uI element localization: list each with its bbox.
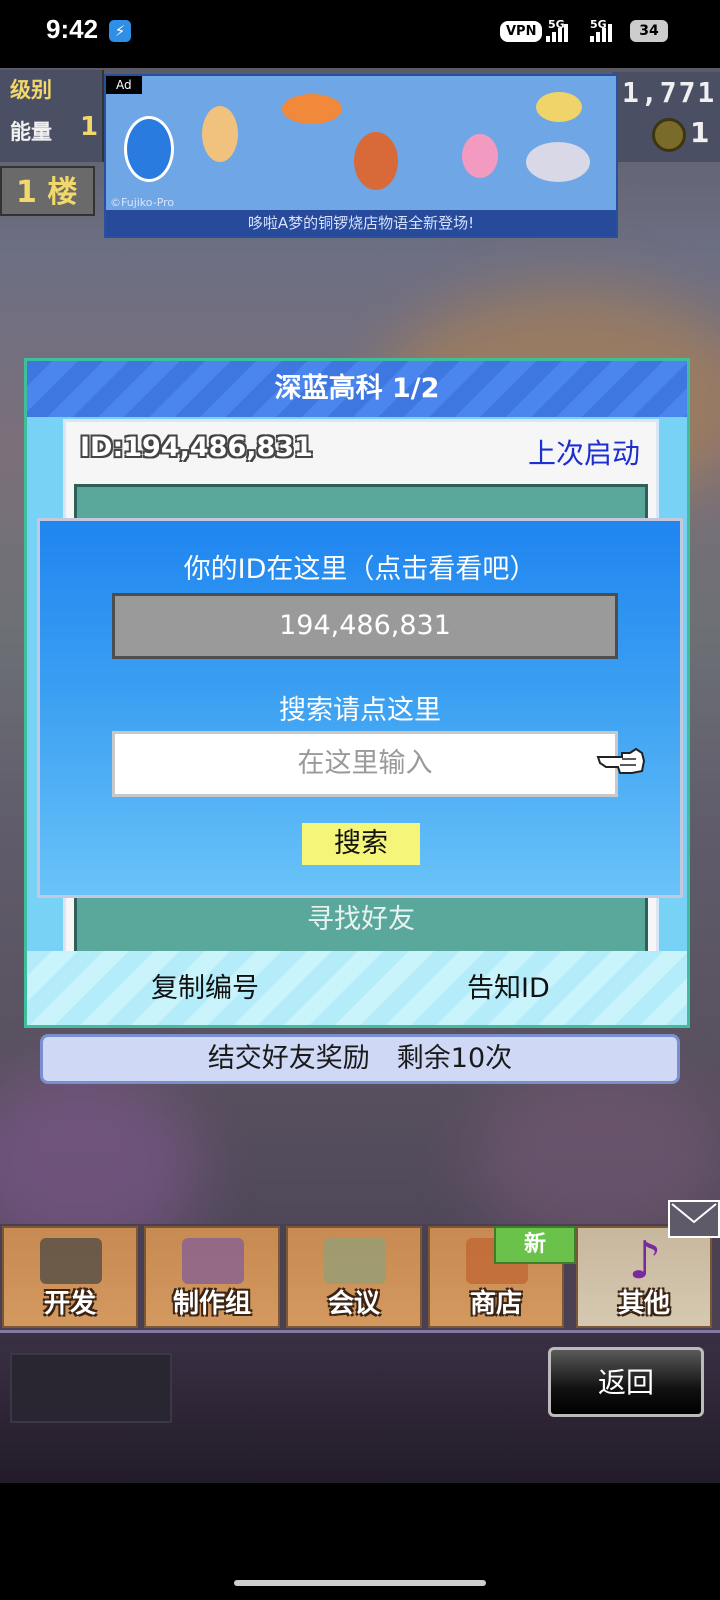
search-input[interactable]: 在这里输入 xyxy=(112,731,618,797)
energy-value: 1 xyxy=(80,112,99,142)
id-search-popup: 你的ID在这里（点击看看吧） 194,486,831 搜索请点这里 在这里输入 … xyxy=(37,518,683,898)
money-value: 1,771 xyxy=(622,76,717,109)
bolt-icon: ⚡ xyxy=(109,20,131,42)
tab-develop-label: 开发 xyxy=(43,1289,96,1319)
signal-icon-2 xyxy=(590,22,612,42)
character-sprite xyxy=(124,116,174,182)
my-id-field[interactable]: 194,486,831 xyxy=(112,593,618,659)
dialog-footer: 复制编号 告知ID xyxy=(27,951,687,1025)
player-id-label: ID:194,486,831 xyxy=(80,432,313,463)
character-sprite xyxy=(462,134,498,178)
tab-other[interactable]: ♪ 其他 xyxy=(576,1226,712,1328)
character-sprite xyxy=(354,132,398,190)
character-sprite xyxy=(536,92,582,122)
last-launch-label: 上次启动 xyxy=(528,437,641,470)
ad-caption: 哆啦A梦的铜锣烧店物语全新登场! xyxy=(106,210,616,236)
tab-other-label: 其他 xyxy=(617,1289,670,1319)
tab-meeting-label: 会议 xyxy=(327,1289,380,1319)
bottom-menu: 开发 制作组 会议 商店 ♪ 其他 xyxy=(0,1224,720,1330)
energy-label: 能量 xyxy=(10,120,52,144)
back-button[interactable]: 返回 xyxy=(548,1347,704,1417)
tab-team-label: 制作组 xyxy=(172,1289,251,1319)
mail-icon[interactable] xyxy=(668,1200,720,1238)
popup-title: 你的ID在这里（点击看看吧） xyxy=(183,554,537,585)
empty-slot xyxy=(10,1353,172,1423)
floor-indicator[interactable]: 1 楼 xyxy=(0,166,95,216)
music-note-icon: ♪ xyxy=(628,1231,662,1291)
new-badge: 新 xyxy=(494,1226,576,1264)
bottom-bar: 返回 xyxy=(0,1330,720,1483)
pointing-hand-icon xyxy=(596,747,646,774)
tab-develop[interactable]: 开发 xyxy=(2,1226,138,1328)
home-indicator[interactable] xyxy=(234,1580,486,1586)
tab-shop-label: 商店 xyxy=(469,1289,522,1319)
tab-team[interactable]: 制作组 xyxy=(144,1226,280,1328)
friend-reward-banner: 结交好友奖励 剩余10次 xyxy=(40,1034,680,1084)
ad-copyright: ©Fujiko-Pro xyxy=(110,196,175,209)
chat-bubble-icon xyxy=(324,1238,386,1284)
copy-id-button[interactable]: 复制编号 xyxy=(151,966,259,1005)
clock: 9:42 xyxy=(46,14,99,44)
dialog-title: 深蓝高科 1/2 xyxy=(27,361,687,417)
search-hint: 搜索请点这里 xyxy=(279,695,441,726)
notify-id-button[interactable]: 告知ID xyxy=(467,966,550,1005)
signal-icon xyxy=(546,22,568,42)
search-button[interactable]: 搜索 xyxy=(302,823,420,865)
ad-tag: Ad xyxy=(106,76,142,94)
ad-banner[interactable]: Ad ©Fujiko-Pro 哆啦A梦的铜锣烧店物语全新登场! xyxy=(104,74,618,238)
status-bar: 9:42 ⚡ VPN 5G 5G 34 xyxy=(0,0,720,68)
character-sprite xyxy=(526,142,590,182)
character-sprite xyxy=(202,106,238,162)
monitor-icon xyxy=(40,1238,102,1284)
team-icon xyxy=(182,1238,244,1284)
level-label: 级别 xyxy=(10,78,52,102)
hud-left-panel: 级别 能量 1 xyxy=(0,70,104,162)
coin-icon xyxy=(652,118,686,152)
find-friends-label-bottom: 寻找好友 xyxy=(307,904,415,935)
character-sprite xyxy=(282,94,342,124)
vpn-badge: VPN xyxy=(500,21,543,42)
tab-meeting[interactable]: 会议 xyxy=(286,1226,422,1328)
gold-value: 1 xyxy=(690,116,710,149)
battery-icon: 34 xyxy=(630,20,668,42)
